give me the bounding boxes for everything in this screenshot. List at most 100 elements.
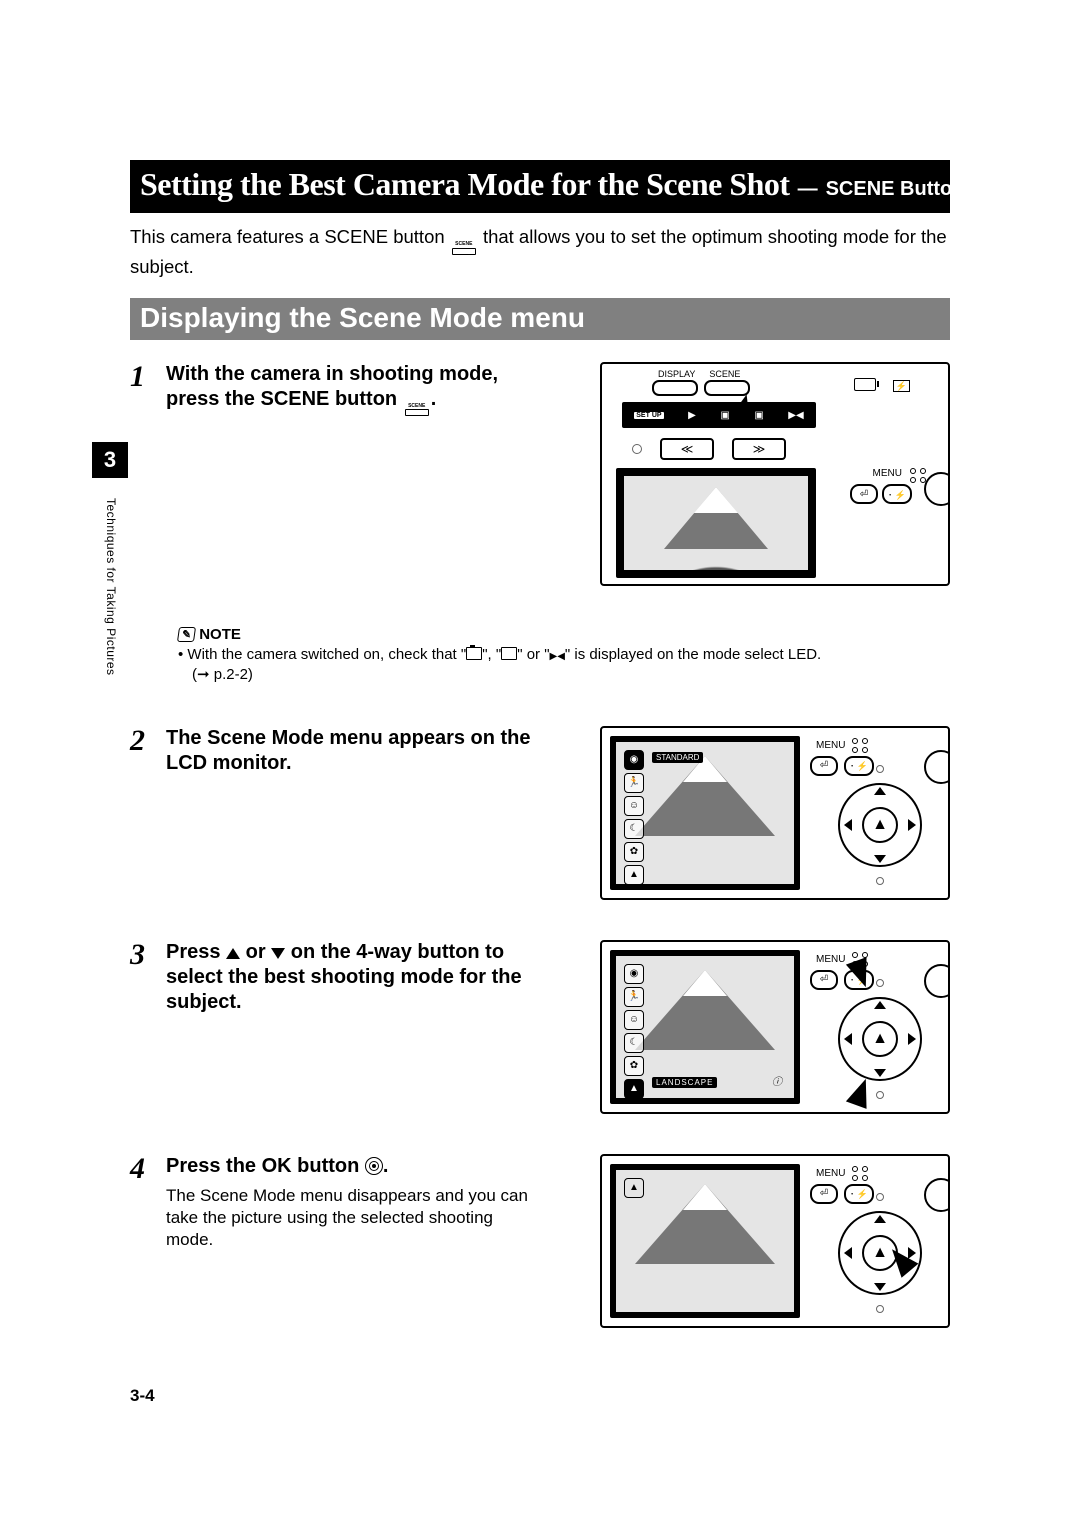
speaker-dots-icon (910, 468, 926, 483)
scene-sport-icon: 🏃 (624, 987, 644, 1007)
step-text: Press (166, 941, 226, 963)
camera-illustration-1: DISPLAY SCENE SET UP ▶ ▣ ▣ ▶◀ (600, 362, 950, 586)
scene-night-icon: ☾ (624, 1033, 644, 1053)
left-arrow-button-icon: ≪ (660, 438, 714, 460)
step-text: . (431, 388, 437, 410)
burst-icon: ▣ (754, 410, 763, 421)
note-text: With the camera switched on, check that … (187, 646, 466, 663)
dpad-right-icon (908, 819, 916, 831)
step-instruction: With the camera in shooting mode, press … (166, 362, 536, 416)
dpad-down-icon (874, 855, 886, 863)
page-title-sub: SCENE Button (826, 178, 965, 201)
note-icon: ✎ (177, 627, 196, 642)
note-text: " is displayed on the mode select LED. (565, 646, 821, 663)
scene-night-icon: ☾ (624, 819, 644, 839)
indicator-dot-icon (876, 877, 884, 885)
page-number: 3-4 (130, 1386, 155, 1406)
light-button-icon: ･ ⚡ (844, 1184, 874, 1204)
indicator-dot-icon (876, 1305, 884, 1313)
step-number: 1 (130, 362, 160, 586)
menu-label: MENU (816, 954, 845, 965)
scene-landscape-icon: ▲ (624, 1178, 644, 1198)
camera-illustration-4: ▲ MENU ⏎ ･ ⚡ (600, 1154, 950, 1328)
menu-label: MENU (816, 740, 845, 751)
dpad-control: ▲ (832, 1205, 928, 1301)
up-triangle-icon (226, 948, 240, 959)
step-1: 1 With the camera in shooting mode, pres… (130, 362, 950, 586)
ok-button-icon (365, 1157, 383, 1175)
dpad-up-icon (874, 787, 886, 795)
button-shape-icon (974, 200, 1002, 208)
scene-portrait-icon: ☺ (624, 1010, 644, 1030)
note-text: " or " (517, 646, 549, 663)
scene-portrait-icon: ☺ (624, 796, 644, 816)
step-text: Press the OK button (166, 1155, 365, 1177)
indicator-dot-icon (876, 765, 884, 773)
scene-mode-list: ◉ 🏃 ☺ ☾ ✿ ▲ (624, 964, 648, 1098)
indicator-dot-icon (876, 1193, 884, 1201)
camera-icon: ▣ (720, 410, 729, 421)
title-separator: — (798, 178, 818, 201)
flash-icon: ⚡ (893, 376, 910, 392)
camera-mode-icon (466, 647, 482, 660)
section-heading: Displaying the Scene Mode menu (130, 298, 950, 340)
step-body: With the camera in shooting mode, press … (160, 362, 590, 586)
step-3: 3 Press or on the 4-way button to select… (130, 940, 950, 1114)
ok-button-icon: ▲ (862, 1021, 898, 1057)
step-text: With the camera in shooting mode, press … (166, 363, 498, 410)
indicator-dot-icon (876, 979, 884, 987)
mode-strip: SET UP ▶ ▣ ▣ ▶◀ (622, 402, 816, 428)
lcd-screen: ◉ 🏃 ☺ ☾ ✿ ▲ STANDARD (610, 736, 800, 890)
steps-content: 1 With the camera in shooting mode, pres… (130, 362, 950, 1328)
speaker-dots-icon (852, 738, 868, 753)
dpad-up-icon (874, 1215, 886, 1223)
lens-ring-icon (924, 472, 950, 506)
cross-reference: (➞ p.2-2) (192, 666, 253, 683)
camera-illustration-2: ◉ 🏃 ☺ ☾ ✿ ▲ STANDARD MENU (600, 726, 950, 900)
scene-standard-icon: ◉ (624, 964, 644, 984)
step-instruction: Press the OK button . (166, 1154, 536, 1179)
dpad-left-icon (844, 1247, 852, 1259)
step-number: 2 (130, 726, 160, 900)
speaker-dots-icon (852, 1166, 868, 1181)
mountain-image-icon (624, 476, 808, 570)
step-number: 4 (130, 1154, 160, 1328)
burst-mode-icon (501, 647, 517, 660)
standard-label: STANDARD (652, 752, 703, 763)
ok-button-icon: ▲ (862, 807, 898, 843)
scene-label: SCENE (709, 369, 740, 379)
scene-standard-icon: ◉ (624, 750, 644, 770)
menu-button-icon: ⏎ (850, 484, 878, 504)
dpad-down-icon (874, 1283, 886, 1291)
step-instruction: Press or on the 4-way button to select t… (166, 940, 536, 1015)
button-shape-icon (452, 248, 476, 255)
setup-label: SET UP (634, 412, 663, 419)
movie-mode-icon: ▶◀ (550, 650, 565, 664)
step-4: 4 Press the OK button . The Scene Mode m… (130, 1154, 950, 1328)
lcd-screen: ◉ 🏃 ☺ ☾ ✿ ▲ LANDSCAPE ⓘ (610, 950, 800, 1104)
scene-button-label: SCENE (455, 241, 472, 248)
button-shape-icon (405, 409, 429, 416)
manual-page: 3 Techniques for Taking Pictures Setting… (0, 0, 1080, 1526)
note-label: NOTE (199, 626, 241, 643)
menu-label: MENU (873, 468, 902, 479)
light-button-icon: ･ ⚡ (844, 756, 874, 776)
lcd-screen (616, 468, 816, 578)
menu-button-icon: ⏎ (810, 1184, 838, 1204)
intro-paragraph: This camera features a SCENE button SCEN… (130, 225, 950, 280)
info-icon: ⓘ (772, 1073, 782, 1088)
scene-macro-icon: ✿ (624, 1056, 644, 1076)
dpad-left-icon (844, 819, 852, 831)
scene-button-icon: SCENE (452, 241, 476, 255)
down-triangle-icon (271, 948, 285, 959)
movie-icon: ▶◀ (788, 410, 803, 421)
note-text: ", " (482, 646, 501, 663)
menu-label: MENU (816, 1168, 845, 1179)
step-paragraph: The Scene Mode menu disappears and you c… (166, 1185, 536, 1251)
display-button-icon (652, 380, 698, 396)
step-text: . (383, 1155, 389, 1177)
right-arrow-button-icon: ≫ (732, 438, 786, 460)
step-instruction: The Scene Mode menu appears on the LCD m… (166, 726, 536, 776)
menu-button-icon: ⏎ (810, 970, 838, 990)
note-block: ✎ NOTE • With the camera switched on, ch… (178, 626, 950, 686)
